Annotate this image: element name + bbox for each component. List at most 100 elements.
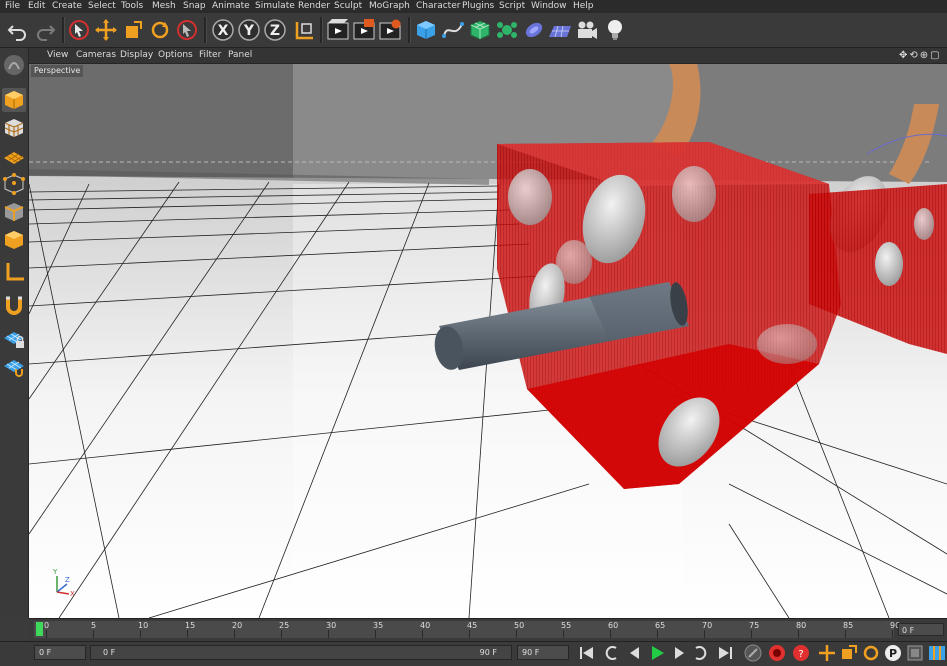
texture-mode-icon[interactable] [2,116,26,140]
previous-frame-button[interactable] [624,643,646,663]
autokeying-button[interactable] [766,643,788,663]
scale-tool-button[interactable] [121,16,145,44]
menu-help[interactable]: Help [573,0,594,13]
timeline-layout-button[interactable] [926,643,947,663]
timeline-tick-label: 15 [185,621,196,630]
model-mode-icon[interactable] [2,88,26,112]
toolbar-separator [408,17,411,43]
record-point-level-button[interactable] [904,643,926,663]
timeline-tick [610,630,611,638]
timeline-tick [328,630,329,638]
coordinate-system-button[interactable] [292,16,316,44]
viewport-menu-cameras[interactable]: Cameras [76,48,116,63]
menu-animate[interactable]: Animate [212,0,250,13]
viewport-title[interactable]: Perspective [31,65,84,77]
axis-x-label: X [218,23,229,39]
viewport-navigation-icons[interactable]: ✥⟲⊕▢ [899,49,943,62]
x-axis-lock-button[interactable]: X [211,16,235,44]
cloner-button[interactable] [495,16,519,44]
rotate-tool-button[interactable] [148,16,172,44]
start-frame-field[interactable]: 0 F [34,645,86,660]
end-frame-field[interactable]: 90 F [517,645,569,660]
timeline-track[interactable]: 0 5 10 15 20 25 30 35 40 45 50 55 60 65 70 75 80 85 90 [34,621,900,638]
menu-plugins[interactable]: Plugins [462,0,494,13]
light-button[interactable] [603,16,627,44]
undo-button[interactable] [6,16,30,44]
current-frame-field[interactable]: 0 F [898,623,944,636]
next-frame-button[interactable] [668,643,690,663]
timeline-tick [798,630,799,638]
render-to-picture-viewer-button[interactable] [352,16,376,44]
play-forward-button[interactable] [646,643,668,663]
live-selection-button[interactable] [67,16,91,44]
viewport-menu-panel[interactable]: Panel [228,48,252,63]
viewport-menu-filter[interactable]: Filter [199,48,221,63]
spline-pen-button[interactable] [441,16,465,44]
keyframe-selection-button[interactable]: ? [790,643,812,663]
perspective-viewport[interactable]: Y Z X Perspective [29,64,947,618]
camera-button[interactable] [575,16,599,44]
menu-simulate[interactable]: Simulate [255,0,295,13]
make-editable-icon[interactable] [2,53,26,77]
menu-sculpt[interactable]: Sculpt [334,0,362,13]
timeline-tick [422,630,423,638]
render-view-button[interactable] [326,16,350,44]
menu-character[interactable]: Character [416,0,460,13]
menu-mograph[interactable]: MoGraph [369,0,410,13]
menu-bar: File Edit Create Select Tools Mesh Snap Animate… [0,0,947,13]
timeline-tick-label: 45 [467,621,478,630]
timeline-ruler[interactable]: 0 5 10 15 20 25 30 35 40 45 50 55 60 65 70 75 80 85 90 0 F [29,618,947,642]
viewport-scene: Y Z X [29,64,947,618]
snapping-magnet-icon[interactable] [2,294,26,318]
points-mode-icon[interactable] [2,172,26,196]
menu-create[interactable]: Create [52,0,82,13]
workplane-mode-icon[interactable] [2,144,26,168]
environment-wall-left [29,64,293,184]
polygons-mode-icon[interactable] [2,228,26,252]
axis-mode-icon[interactable] [2,260,26,284]
record-scale-button[interactable] [838,643,860,663]
viewport-menu-options[interactable]: Options [158,48,193,63]
grid-snapping-icon[interactable] [2,354,26,378]
redo-button[interactable] [33,16,57,44]
floor-scene-button[interactable] [548,16,572,44]
timeline-tick [845,630,846,638]
menu-script[interactable]: Script [499,0,525,13]
timeline-tick [563,630,564,638]
viewport-menu-bar: ✥⟲⊕▢ View Cameras Display Options Filter Pane… [29,48,947,64]
edges-mode-icon[interactable] [2,200,26,224]
record-rotation-button[interactable] [860,643,882,663]
next-key-button[interactable] [690,643,712,663]
preview-range-slider[interactable]: 0 F 90 F [90,645,512,660]
menu-file[interactable]: File [5,0,20,13]
previous-key-button[interactable] [600,643,622,663]
recent-tool-button[interactable] [175,16,199,44]
time-cursor[interactable] [36,622,43,636]
cube-primitive-button[interactable] [414,16,438,44]
record-active-objects-button[interactable] [742,643,764,663]
subdivision-surface-button[interactable] [468,16,492,44]
record-parameter-button[interactable]: P [882,643,904,663]
go-to-end-button[interactable] [714,643,736,663]
menu-snap[interactable]: Snap [183,0,206,13]
timeline-tick-label: 40 [420,621,431,630]
viewport-menu-view[interactable]: View [47,48,68,63]
timeline-tick-label: 0 [44,621,50,630]
render-settings-button[interactable] [378,16,402,44]
timeline-tick-label: 20 [232,621,243,630]
workplane-lock-icon[interactable] [2,326,26,350]
menu-render[interactable]: Render [298,0,330,13]
move-tool-button[interactable] [94,16,118,44]
z-axis-lock-button[interactable]: Z [263,16,287,44]
record-position-button[interactable] [816,643,838,663]
left-tool-palette [0,48,29,618]
menu-mesh[interactable]: Mesh [152,0,176,13]
menu-select[interactable]: Select [88,0,116,13]
y-axis-lock-button[interactable]: Y [237,16,261,44]
go-to-start-button[interactable] [576,643,598,663]
menu-window[interactable]: Window [531,0,567,13]
viewport-menu-display[interactable]: Display [120,48,153,63]
menu-tools[interactable]: Tools [121,0,143,13]
menu-edit[interactable]: Edit [28,0,45,13]
deformer-bend-button[interactable] [522,16,546,44]
